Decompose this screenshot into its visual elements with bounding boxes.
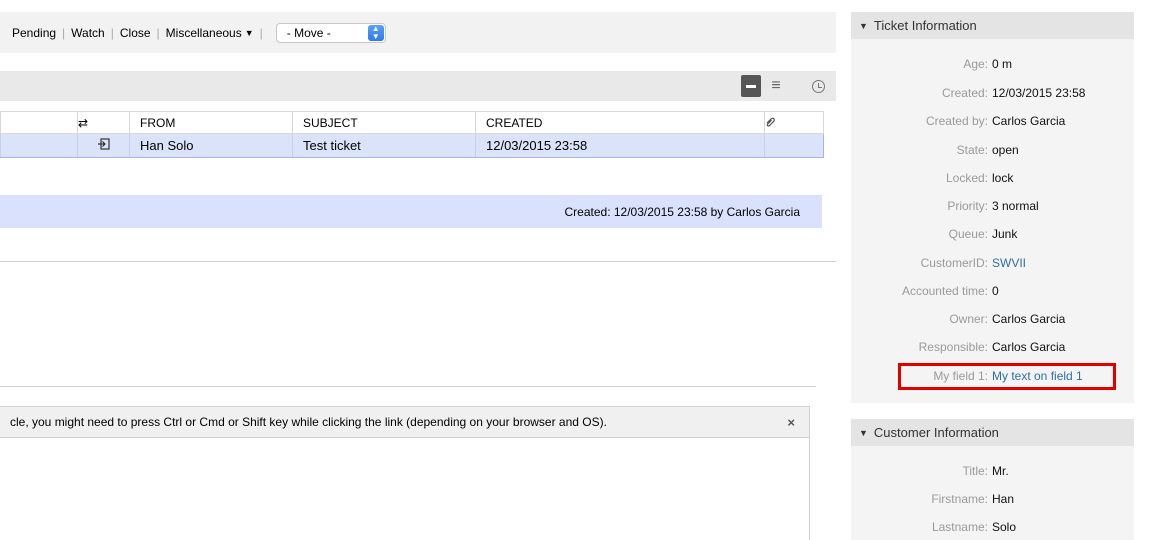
collapse-triangle-icon: ▼ <box>859 427 868 438</box>
field-firstname: Firstname: Han <box>851 492 1134 512</box>
timeline-view-button[interactable] <box>808 75 828 97</box>
minus-icon <box>746 84 756 88</box>
field-customer-id: CustomerID: SWVII <box>851 256 1134 276</box>
article-cell-blank <box>0 133 78 158</box>
pending-action[interactable]: Pending <box>12 26 56 40</box>
field-locked: Locked: lock <box>851 171 1134 191</box>
article-list-header: ≡ <box>0 71 836 101</box>
customer-information-title: Customer Information <box>873 425 999 440</box>
article-from: Han Solo <box>129 133 293 158</box>
field-value: Carlos Garcia <box>992 114 1066 128</box>
field-value: Carlos Garcia <box>992 312 1066 326</box>
field-lastname: Lastname: Solo <box>851 520 1134 540</box>
ticket-sidebar: ▼ Ticket Information Age: 0 m Created: 1… <box>851 12 1134 540</box>
customer-information-widget: ▼ Customer Information Title: Mr. Firstn… <box>851 419 1134 540</box>
caret-down-icon: ▼ <box>244 27 254 38</box>
field-value: Mr. <box>992 464 1009 478</box>
field-value: Han <box>992 492 1015 506</box>
field-created-by: Created by: Carlos Garcia <box>851 114 1134 134</box>
field-label: Lastname: <box>931 520 988 534</box>
field-label: Locked: <box>945 171 988 185</box>
column-header-created[interactable]: CREATED <box>475 111 765 134</box>
field-accounted-time: Accounted time: 0 <box>851 284 1134 304</box>
field-value: lock <box>992 171 1014 185</box>
close-action[interactable]: Close <box>120 26 151 40</box>
highlight-box <box>898 363 1116 390</box>
ticket-information-header[interactable]: ▼ Ticket Information <box>851 12 1134 39</box>
field-value: 3 normal <box>992 199 1039 213</box>
move-select-value: - Move - <box>286 25 331 40</box>
field-label: Priority: <box>947 199 988 213</box>
field-responsible: Responsible: Carlos Garcia <box>851 340 1134 360</box>
column-header-blank <box>0 111 78 134</box>
customer-information-header[interactable]: ▼ Customer Information <box>851 419 1134 446</box>
field-queue: Queue: Junk <box>851 227 1134 247</box>
column-header-from[interactable]: FROM <box>129 111 293 134</box>
incoming-article-icon <box>77 133 130 158</box>
article-table-header-row: ⇄ FROM SUBJECT CREATED <box>0 111 824 134</box>
field-label: Accounted time: <box>901 284 988 298</box>
article-row[interactable]: Han Solo Test ticket 12/03/2015 23:58 <box>0 133 824 158</box>
separator: | <box>259 25 263 40</box>
collapse-view-button[interactable] <box>741 75 761 97</box>
article-created: 12/03/2015 23:58 <box>475 133 765 158</box>
field-label: Age: <box>963 57 988 71</box>
move-queue-select[interactable]: - Move - ▲ ▼ <box>275 22 386 43</box>
ticket-information-widget: ▼ Ticket Information Age: 0 m Created: 1… <box>851 12 1134 403</box>
close-icon[interactable]: × <box>787 415 795 430</box>
clock-icon <box>811 79 825 93</box>
separator: | <box>62 25 66 40</box>
article-body-frame <box>0 437 810 540</box>
direction-column-icon[interactable]: ⇄ <box>77 111 130 134</box>
list-icon: ≡ <box>771 77 781 94</box>
article-created-text: Created: 12/03/2015 23:58 by Carlos Garc… <box>564 204 800 219</box>
article-table: ⇄ FROM SUBJECT CREATED Han Solo Test tic… <box>0 111 824 158</box>
field-priority: Priority: 3 normal <box>851 199 1134 219</box>
miscellaneous-menu[interactable]: Miscellaneous ▼ <box>166 26 254 40</box>
list-view-button[interactable]: ≡ <box>766 75 786 97</box>
column-header-subject[interactable]: SUBJECT <box>292 111 476 134</box>
field-label: Created by: <box>925 114 988 128</box>
field-owner: Owner: Carlos Garcia <box>851 312 1134 332</box>
customer-id-link[interactable]: SWVII <box>992 256 1026 270</box>
ticket-zoom-main: Pending | Watch | Close | Miscellaneous ▼… <box>0 0 838 540</box>
field-label: State: <box>956 143 988 157</box>
miscellaneous-label: Miscellaneous <box>165 25 242 40</box>
field-label: Queue: <box>948 227 988 241</box>
field-value: 0 m <box>992 57 1013 71</box>
collapse-triangle-icon: ▼ <box>859 20 868 31</box>
link-notice-message: cle, you might need to press Ctrl or Cmd… <box>0 406 810 438</box>
ticket-action-bar: Pending | Watch | Close | Miscellaneous ▼… <box>0 12 836 53</box>
field-value: open <box>992 143 1019 157</box>
field-label: Firstname: <box>931 492 988 506</box>
divider <box>0 261 836 262</box>
field-value: 0 <box>992 284 999 298</box>
field-value: Solo <box>992 520 1017 534</box>
field-label: Responsible: <box>918 340 988 354</box>
field-age: Age: 0 m <box>851 57 1134 77</box>
field-state: State: open <box>851 143 1134 163</box>
article-created-info: Created: 12/03/2015 23:58 by Carlos Garc… <box>0 195 822 228</box>
field-label: Created: <box>941 86 988 100</box>
field-value: Junk <box>992 227 1018 241</box>
field-label: Title: <box>962 464 988 478</box>
select-stepper-icon: ▲ ▼ <box>367 24 384 41</box>
ticket-information-title: Ticket Information <box>873 18 977 33</box>
field-label: CustomerID: <box>920 256 988 270</box>
article-cell-attachment <box>764 133 824 158</box>
field-label: Owner: <box>949 312 988 326</box>
field-value: 12/03/2015 23:58 <box>992 86 1086 100</box>
field-title: Title: Mr. <box>851 464 1134 484</box>
separator: | <box>156 25 160 40</box>
field-created: Created: 12/03/2015 23:58 <box>851 86 1134 106</box>
separator: | <box>110 25 114 40</box>
attachment-column-icon[interactable] <box>764 111 824 134</box>
article-subject: Test ticket <box>292 133 476 158</box>
field-value: Carlos Garcia <box>992 340 1066 354</box>
notice-text: cle, you might need to press Ctrl or Cmd… <box>10 415 607 429</box>
divider <box>0 386 816 387</box>
watch-action[interactable]: Watch <box>71 26 105 40</box>
